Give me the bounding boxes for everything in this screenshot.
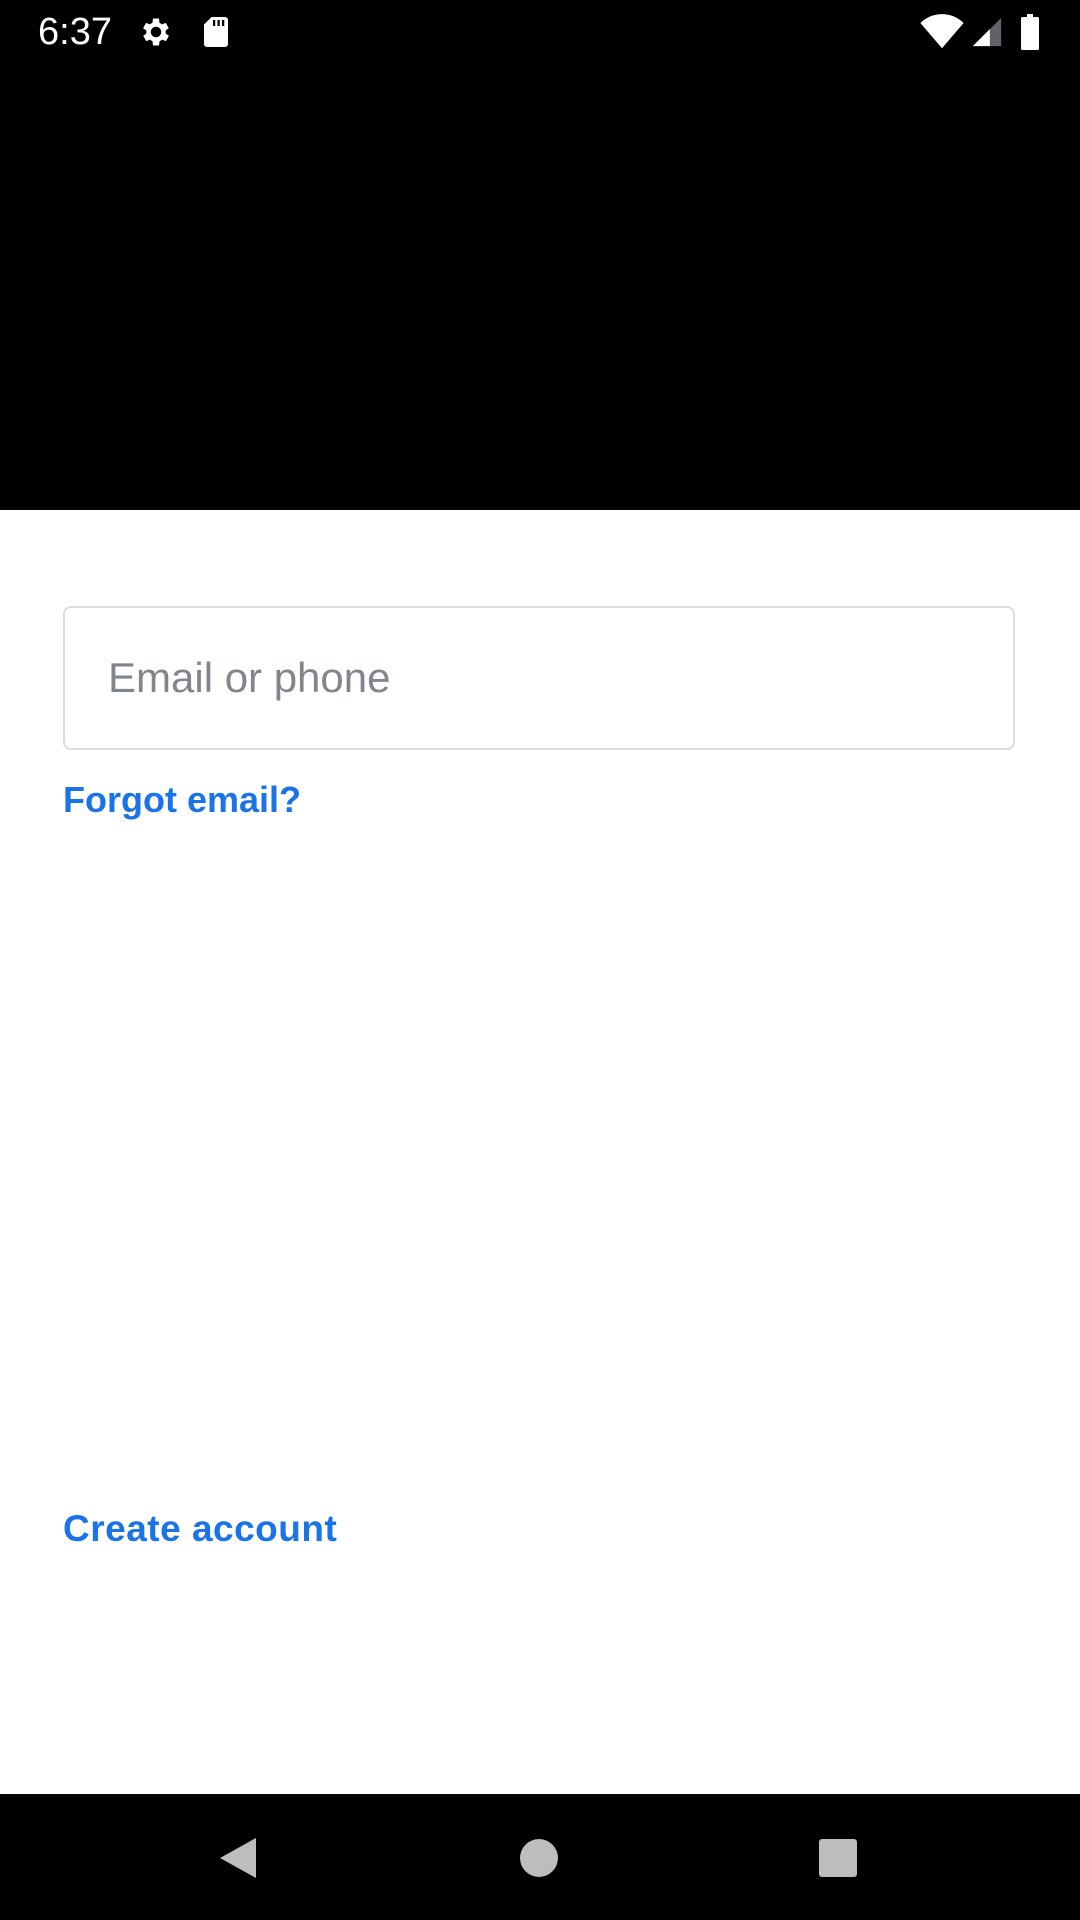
email-input[interactable]: [106, 653, 1013, 703]
recents-icon[interactable]: [810, 1830, 866, 1886]
create-account-button[interactable]: Create account: [63, 1503, 337, 1555]
status-time: 6:37: [38, 11, 112, 53]
email-field[interactable]: [63, 606, 1015, 750]
gear-icon: [138, 14, 174, 50]
wifi-icon: [920, 14, 964, 50]
status-bar: 6:37: [0, 0, 1080, 63]
signal-icon: [970, 14, 1004, 50]
header-overlay: 6:37: [0, 0, 1080, 510]
sd-card-icon: [198, 14, 234, 50]
home-icon[interactable]: [511, 1830, 567, 1886]
screen: 6:37 Email or phone Forgot email? Create…: [0, 0, 1080, 1920]
back-icon[interactable]: [210, 1830, 266, 1886]
forgot-email-link[interactable]: Forgot email?: [63, 776, 301, 824]
battery-icon: [1018, 14, 1042, 50]
navigation-bar: [0, 1794, 1080, 1920]
